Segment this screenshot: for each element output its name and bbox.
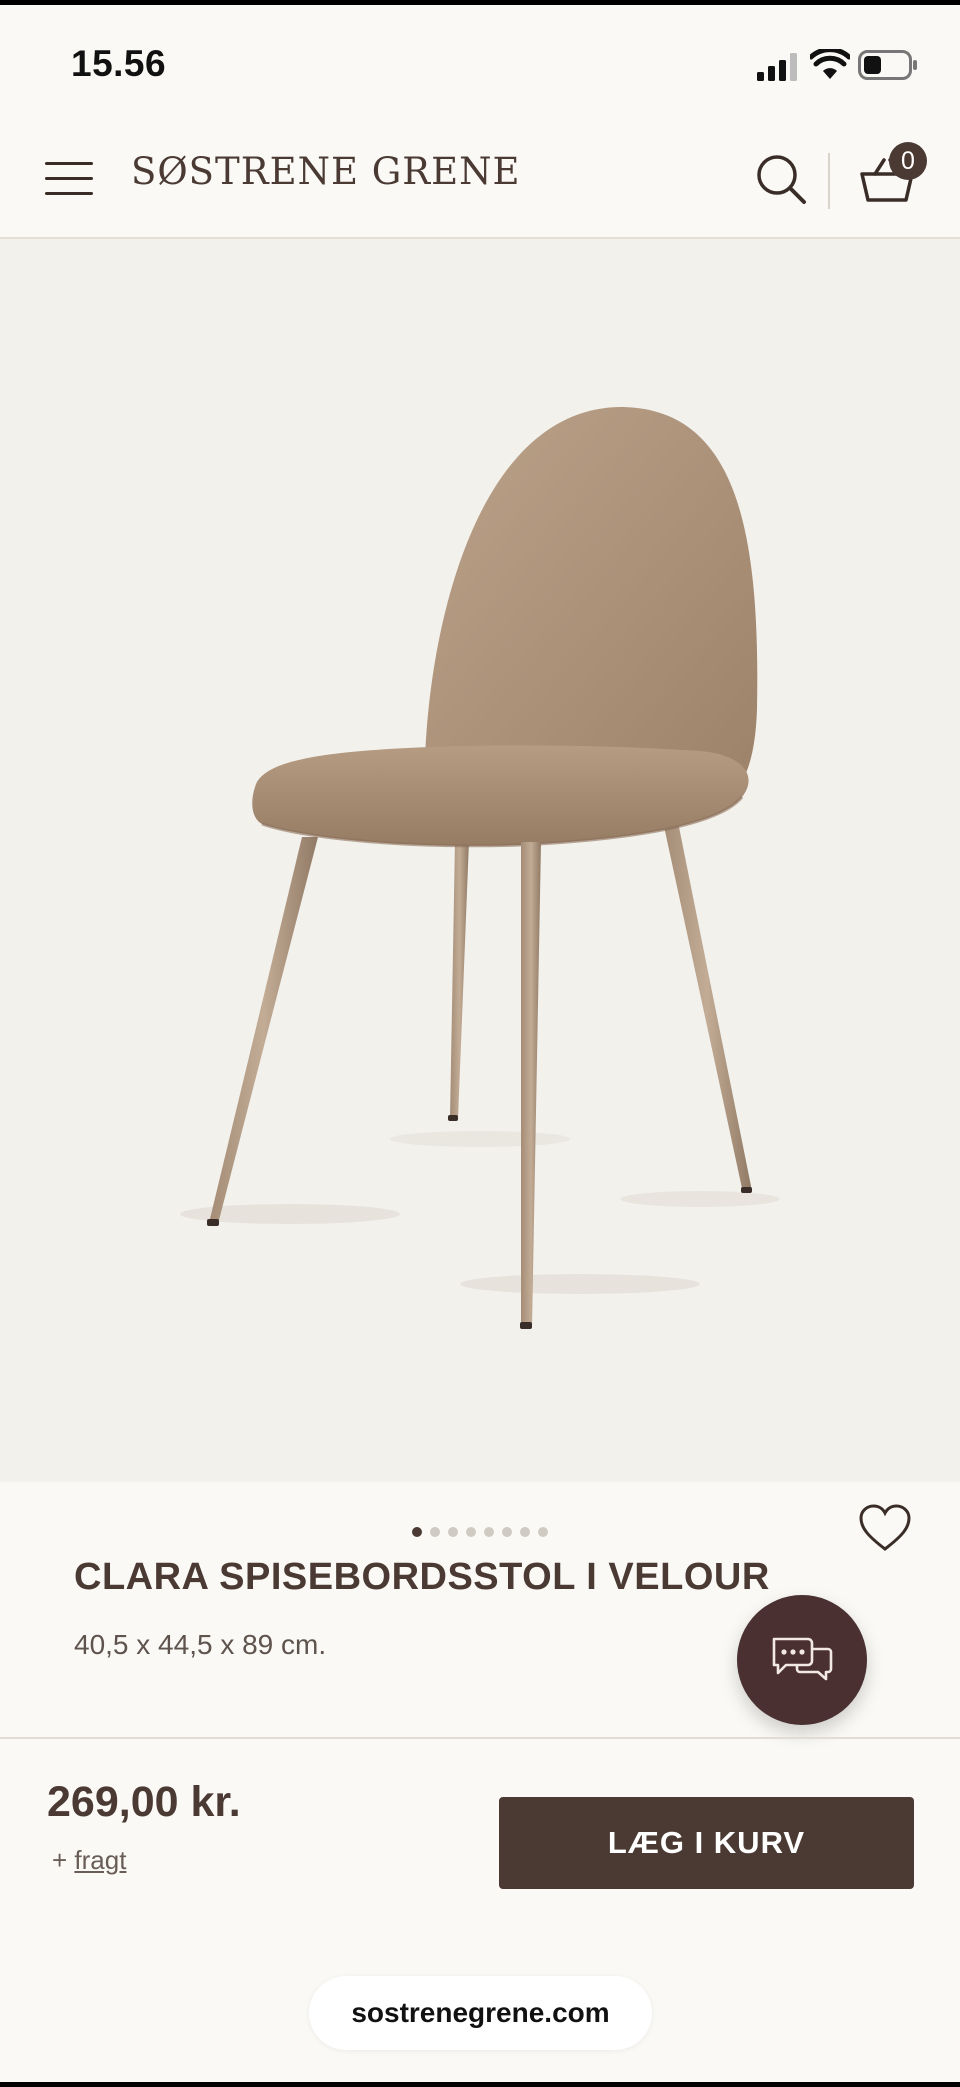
heart-icon[interactable] (858, 1504, 912, 1552)
carousel-dot[interactable] (430, 1527, 440, 1537)
basket-count-badge: 0 (889, 142, 927, 180)
carousel-dot[interactable] (484, 1527, 494, 1537)
screen-bottom-edge (0, 2082, 960, 2087)
chat-button[interactable] (737, 1595, 867, 1725)
site-header: SØSTRENE GRENE 0 (0, 120, 960, 239)
shipping-note: + fragt (52, 1845, 126, 1876)
product-price: 269,00 kr. (47, 1778, 241, 1826)
header-divider (828, 153, 830, 209)
carousel-dots[interactable] (412, 1527, 548, 1539)
carousel-dot[interactable] (448, 1527, 458, 1537)
browser-url-bar[interactable]: sostrenegrene.com (309, 1976, 652, 2050)
hamburger-menu-icon[interactable] (45, 162, 93, 196)
carousel-dot[interactable] (412, 1527, 422, 1537)
carousel-dot[interactable] (502, 1527, 512, 1537)
status-time: 15.56 (71, 43, 167, 84)
status-bar: 15.56 (0, 5, 960, 120)
add-to-cart-button[interactable]: LÆG I KURV (499, 1797, 914, 1889)
brand-logo[interactable]: SØSTRENE GRENE (131, 150, 521, 193)
carousel-dot[interactable] (520, 1527, 530, 1537)
battery-icon (858, 50, 917, 80)
chair-image (180, 407, 780, 1329)
product-dimensions: 40,5 x 44,5 x 89 cm. (74, 1629, 327, 1660)
carousel-dot[interactable] (538, 1527, 548, 1537)
wifi-icon (810, 49, 850, 79)
product-image-carousel[interactable] (0, 239, 960, 1482)
details-divider (0, 1737, 960, 1739)
search-icon[interactable] (755, 153, 807, 205)
product-title: CLARA SPISEBORDSSTOL I VELOUR (74, 1556, 770, 1598)
carousel-dot[interactable] (466, 1527, 476, 1537)
chat-bubbles-icon (772, 1637, 833, 1681)
cellular-signal-icon (757, 53, 797, 81)
shipping-link[interactable]: fragt (74, 1845, 126, 1875)
shipping-prefix: + (52, 1845, 75, 1875)
